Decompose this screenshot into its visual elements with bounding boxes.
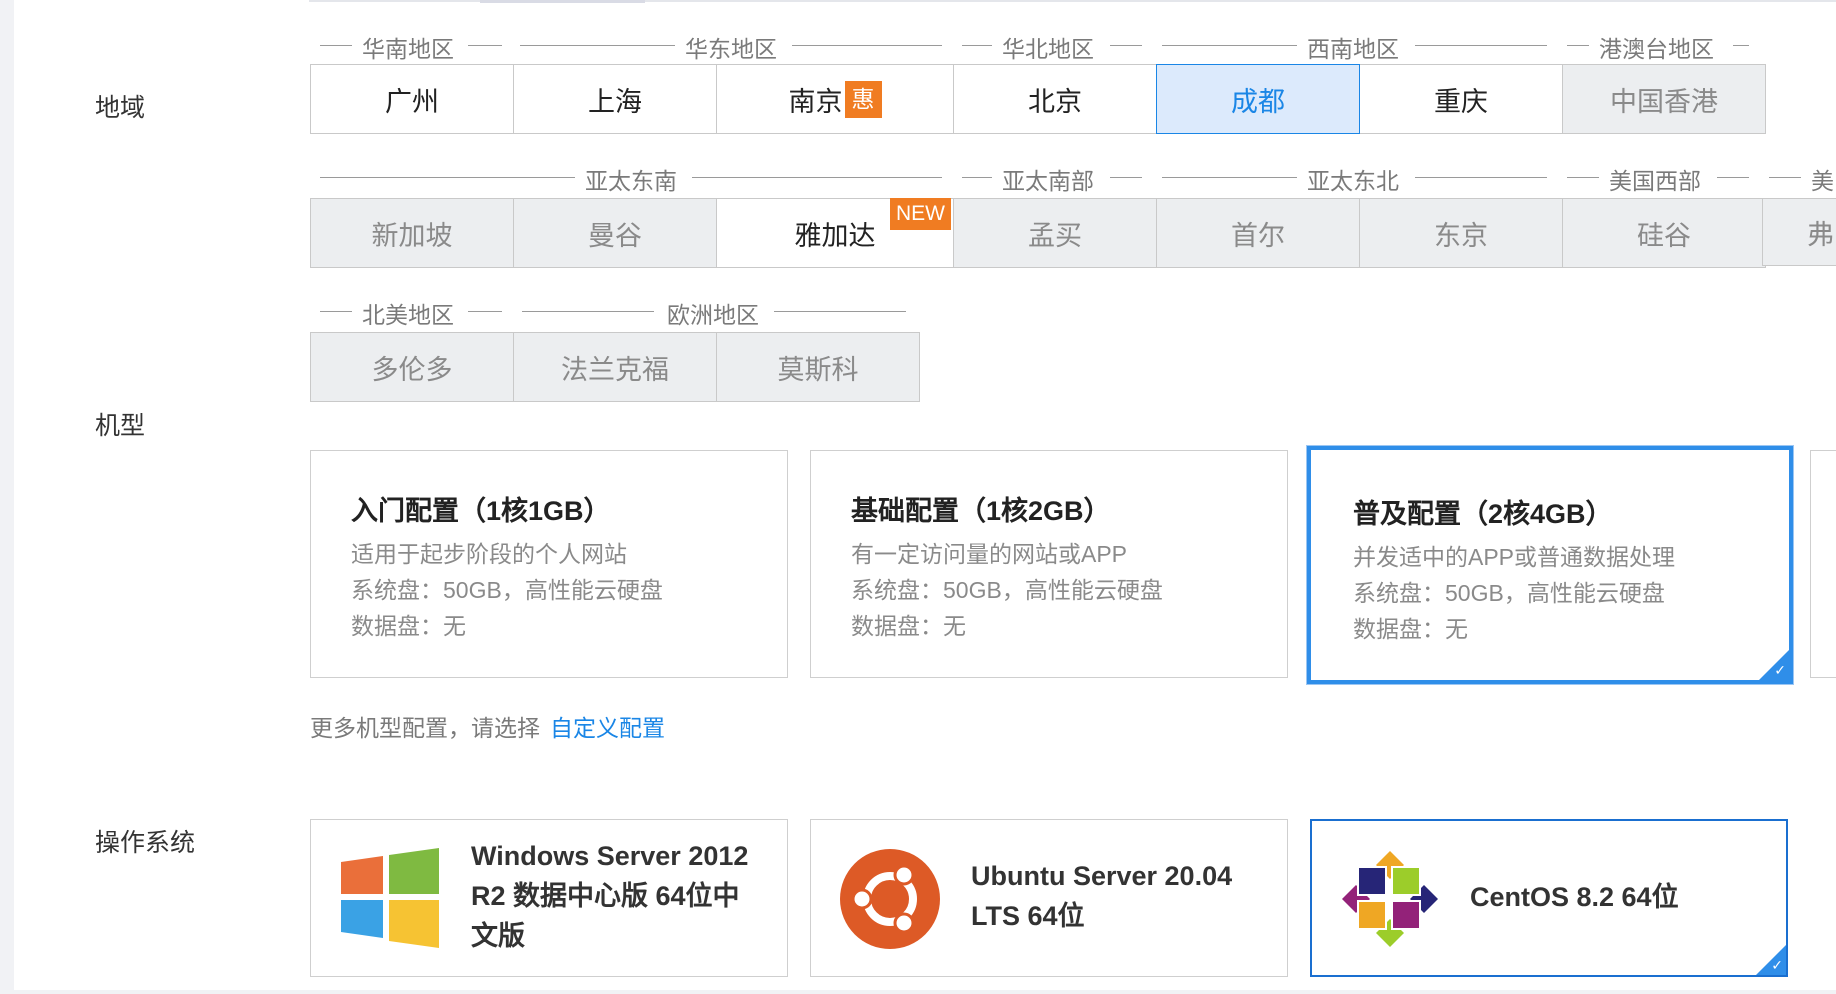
top-tab-indicator: [480, 0, 645, 3]
region-nanjing[interactable]: 南京惠: [716, 64, 954, 134]
region-singapore[interactable]: 新加坡: [310, 198, 514, 268]
os-section-label: 操作系统: [95, 829, 196, 857]
custom-config-link[interactable]: 自定义配置: [550, 715, 665, 741]
os-name-line: Ubuntu Server 20.04: [971, 861, 1233, 891]
region-jakarta[interactable]: 雅加达 NEW: [716, 198, 954, 268]
region-hongkong[interactable]: 中国香港: [1562, 64, 1766, 134]
region-row-1: 广州 上海 南京惠 北京 成都 重庆 中国香港: [310, 64, 1766, 134]
region-label: 曼谷: [588, 220, 642, 251]
group-label-east: 华东地区: [520, 30, 942, 62]
os-name: CentOS 8.2 64位: [1470, 882, 1679, 912]
check-icon: ✓: [1774, 662, 1786, 678]
machine-data-disk: 数据盘：无: [1353, 616, 1468, 642]
region-label: 成都: [1231, 86, 1285, 117]
region-label: 首尔: [1231, 220, 1285, 251]
group-label-europe: 欧洲地区: [522, 296, 906, 328]
group-label-ap-northeast: 亚太东北: [1162, 162, 1547, 194]
os-name: Windows Server 2012 R2 数据中心版 64位中 文版: [471, 836, 748, 956]
os-name-line: 文版: [471, 921, 525, 951]
region-chongqing[interactable]: 重庆: [1359, 64, 1563, 134]
group-label-north-america: 北美地区: [320, 296, 502, 328]
group-label-us-truncated: 美: [1769, 162, 1836, 194]
os-name: Ubuntu Server 20.04 LTS 64位: [971, 856, 1232, 936]
machine-card-entry[interactable]: 入门配置（1核1GB） 适用于起步阶段的个人网站 系统盘：50GB，高性能云硬盘…: [310, 450, 788, 678]
region-label: 弗: [1807, 219, 1834, 250]
ubuntu-logo-icon: [840, 849, 940, 949]
region-label: 雅加达: [794, 220, 876, 251]
machine-title: 入门配置（1核1GB）: [351, 496, 611, 526]
machine-card-truncated[interactable]: [1810, 450, 1836, 678]
region-seoul[interactable]: 首尔: [1156, 198, 1360, 268]
machine-card-standard[interactable]: 普及配置（2核4GB） 并发适中的APP或普通数据处理 系统盘：50GB，高性能…: [1307, 446, 1793, 684]
machine-desc: 并发适中的APP或普通数据处理: [1353, 544, 1676, 570]
region-bangkok[interactable]: 曼谷: [513, 198, 717, 268]
region-section-label: 地域: [95, 94, 146, 122]
region-moscow[interactable]: 莫斯科: [716, 332, 920, 402]
region-beijing[interactable]: 北京: [953, 64, 1157, 134]
machine-desc: 适用于起步阶段的个人网站: [351, 541, 627, 567]
machine-system-disk: 系统盘：50GB，高性能云硬盘: [1353, 580, 1665, 606]
windows-logo-icon: [341, 848, 439, 948]
os-card-windows[interactable]: Windows Server 2012 R2 数据中心版 64位中 文版: [310, 819, 788, 977]
region-chengdu[interactable]: 成都: [1156, 64, 1360, 134]
more-config-hint: 更多机型配置，请选择 自定义配置: [310, 709, 665, 743]
region-frankfurt[interactable]: 法兰克福: [513, 332, 717, 402]
group-label-hmt: 港澳台地区: [1567, 30, 1749, 62]
machine-title: 基础配置（1核2GB）: [851, 496, 1111, 526]
region-label: 新加坡: [371, 220, 453, 251]
region-mumbai[interactable]: 孟买: [953, 198, 1157, 268]
more-config-text: 更多机型配置，请选择: [310, 715, 540, 741]
region-label: 中国香港: [1610, 86, 1718, 117]
centos-logo-icon: [1342, 851, 1438, 947]
region-shanghai[interactable]: 上海: [513, 64, 717, 134]
group-label-ap-south: 亚太南部: [962, 162, 1142, 194]
os-name-line: Windows Server 2012: [471, 841, 749, 871]
region-label: 重庆: [1434, 86, 1488, 117]
region-virginia-truncated[interactable]: 弗: [1762, 198, 1836, 266]
region-label: 上海: [588, 86, 642, 117]
os-name-line: R2 数据中心版 64位中: [471, 881, 740, 911]
group-label-southwest: 西南地区: [1162, 30, 1547, 62]
region-label: 东京: [1434, 220, 1488, 251]
check-icon: ✓: [1771, 957, 1783, 973]
region-tokyo[interactable]: 东京: [1359, 198, 1563, 268]
os-card-centos[interactable]: CentOS 8.2 64位 ✓: [1310, 819, 1788, 977]
machine-data-disk: 数据盘：无: [851, 613, 966, 639]
region-label: 北京: [1028, 86, 1082, 117]
discount-badge: 惠: [844, 80, 882, 118]
machine-system-disk: 系统盘：50GB，高性能云硬盘: [351, 577, 663, 603]
machine-system-disk: 系统盘：50GB，高性能云硬盘: [851, 577, 1163, 603]
machine-data-disk: 数据盘：无: [351, 613, 466, 639]
region-guangzhou[interactable]: 广州: [310, 64, 514, 134]
group-label-south: 华南地区: [320, 30, 502, 62]
region-label: 法兰克福: [561, 354, 669, 385]
new-badge: NEW: [890, 198, 951, 230]
machine-card-basic[interactable]: 基础配置（1核2GB） 有一定访问量的网站或APP 系统盘：50GB，高性能云硬…: [810, 450, 1288, 678]
region-row-2: 新加坡 曼谷 雅加达 NEW 孟买 首尔 东京 硅谷: [310, 198, 1766, 268]
region-label: 孟买: [1028, 220, 1082, 251]
machine-desc: 有一定访问量的网站或APP: [851, 541, 1128, 567]
region-label: 南京: [788, 86, 843, 117]
region-silicon-valley[interactable]: 硅谷: [1562, 198, 1766, 268]
os-card-ubuntu[interactable]: Ubuntu Server 20.04 LTS 64位: [810, 819, 1288, 977]
region-toronto[interactable]: 多伦多: [310, 332, 514, 402]
machine-section-label: 机型: [95, 412, 146, 440]
region-label: 莫斯科: [777, 354, 859, 385]
region-row-3: 多伦多 法兰克福 莫斯科: [310, 332, 920, 402]
group-label-us-west: 美国西部: [1567, 162, 1749, 194]
group-label-ap-southeast: 亚太东南: [320, 162, 942, 194]
group-label-north: 华北地区: [962, 30, 1142, 62]
region-label: 硅谷: [1637, 220, 1691, 251]
os-name-line: LTS 64位: [971, 901, 1085, 931]
machine-title: 普及配置（2核4GB）: [1353, 499, 1613, 529]
region-label: 多伦多: [371, 354, 453, 385]
region-label: 广州: [385, 86, 439, 117]
